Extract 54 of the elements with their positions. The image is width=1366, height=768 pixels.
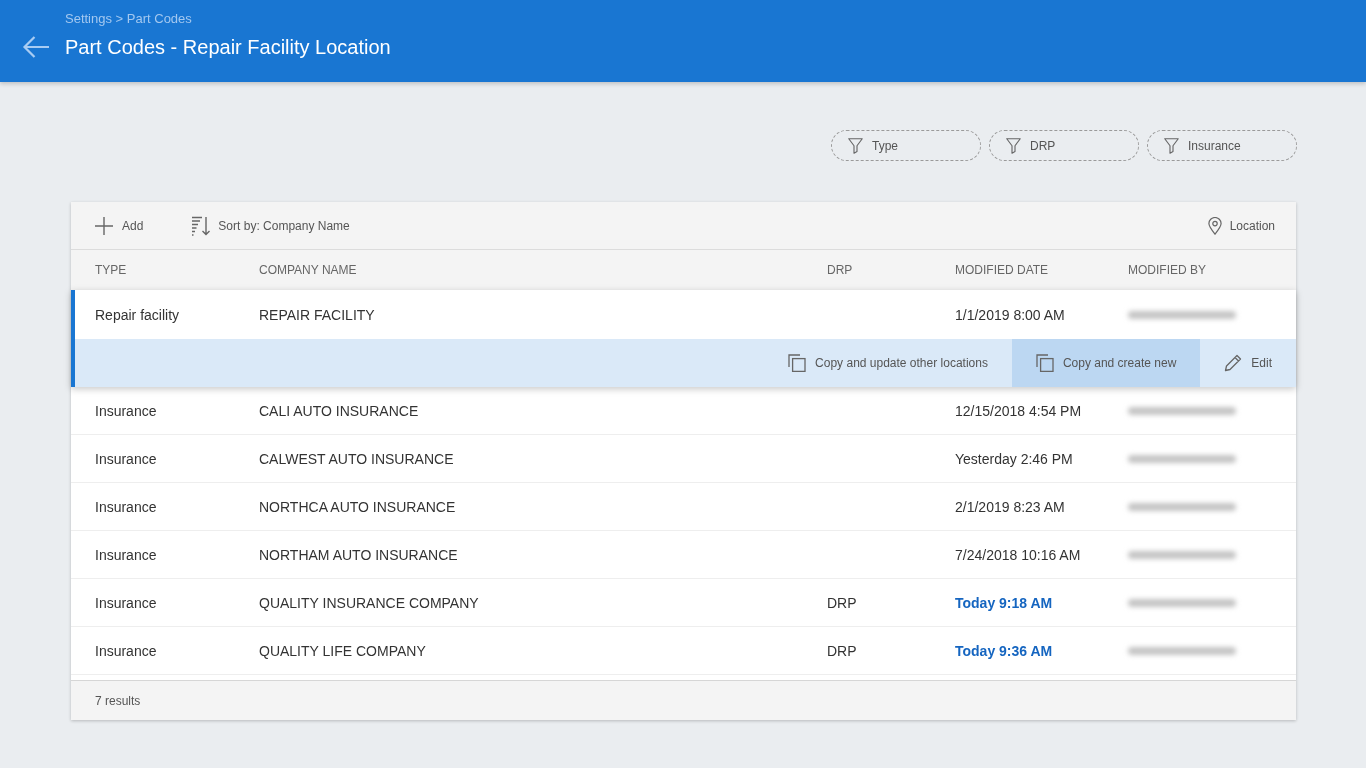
column-header[interactable]: MODIFIED BY (1128, 263, 1206, 277)
table-cell: NORTHAM AUTO INSURANCE (259, 546, 458, 563)
table-cell: Today 9:18 AM (955, 594, 1053, 611)
plus-icon (95, 216, 113, 235)
table-cell: CALWEST AUTO INSURANCE (259, 450, 454, 467)
table-cell: Repair facility (95, 306, 180, 323)
table-cell: NORTHCA AUTO INSURANCE (259, 498, 456, 515)
copy-button[interactable]: Copy and update other locations (764, 339, 1012, 387)
location-pin-icon (1207, 216, 1222, 235)
back-arrow-icon (22, 35, 50, 59)
table-cell: 7/24/2018 10:16 AM (955, 546, 1081, 563)
table-cell: DRP (827, 642, 857, 659)
table-row[interactable]: Insurance QUALITY LIFE COMPANY DRP Today 9:36 AM (71, 627, 1296, 675)
filter-icon (1164, 137, 1179, 154)
pencil-icon (1224, 354, 1243, 372)
table-cell: Insurance (95, 402, 157, 419)
copy-button[interactable]: Copy and create new (1011, 339, 1201, 387)
table-cell: 1/1/2019 8:00 AM (955, 306, 1065, 323)
table-cell: CALI AUTO INSURANCE (259, 402, 419, 419)
location-button[interactable]: Location (1207, 216, 1275, 235)
filter-icon (848, 137, 863, 154)
table-cell: Insurance (95, 498, 157, 515)
column-header[interactable]: COMPANY NAME (259, 263, 357, 277)
page-title: Part Codes - Repair Facility Location (65, 35, 391, 60)
table-cell: Insurance (95, 546, 157, 563)
table-cell: Insurance (95, 594, 157, 611)
table-row[interactable]: Insurance CALWEST AUTO INSURANCE Yesterday 2:46 PM (71, 435, 1296, 483)
table-cell: Yesterday 2:46 PM (955, 450, 1073, 467)
table-cell: Today 9:36 AM (955, 642, 1053, 659)
table-row[interactable]: Insurance NORTHCA AUTO INSURANCE 2/1/2019 8:23 AM (71, 483, 1296, 531)
table-row[interactable]: Insurance CALI AUTO INSURANCE 12/15/2018 4:54 PM (71, 387, 1296, 435)
table-cell: QUALITY INSURANCE COMPANY (259, 594, 479, 611)
table-row[interactable]: Insurance NORTHAM AUTO INSURANCE 7/24/2018 10:16 AM (71, 531, 1296, 579)
table-row[interactable]: Insurance QUALITY INSURANCE COMPANY DRP Today 9:18 AM (71, 579, 1296, 627)
results-count: 7 results (95, 693, 141, 708)
table-cell: Insurance (95, 642, 157, 659)
add-button[interactable]: Add (95, 216, 144, 235)
column-header[interactable]: TYPE (95, 263, 127, 277)
filter-icon (1006, 137, 1021, 154)
column-header[interactable]: MODIFIED DATE (955, 263, 1049, 277)
table-cell: REPAIR FACILITY (259, 306, 375, 323)
table-cell: 2/1/2019 8:23 AM (955, 498, 1065, 515)
copy-icon (1035, 354, 1054, 372)
table-cell: 12/15/2018 4:54 PM (955, 402, 1082, 419)
back-button[interactable] (22, 35, 50, 59)
table-row[interactable]: Repair facility REPAIR FACILITY 1/1/2019 8:00 AM Copy and update other locations Copy and create new Edit (71, 290, 1296, 387)
table-cell: QUALITY LIFE COMPANY (259, 642, 426, 659)
copy-icon (788, 354, 807, 372)
sort-icon (191, 215, 211, 236)
edit-button[interactable]: Edit (1200, 339, 1296, 387)
table-cell: Insurance (95, 450, 157, 467)
sort-button[interactable]: Sort by: Company Name (191, 215, 350, 236)
table-cell: DRP (827, 594, 857, 611)
column-header[interactable]: DRP (827, 263, 853, 277)
